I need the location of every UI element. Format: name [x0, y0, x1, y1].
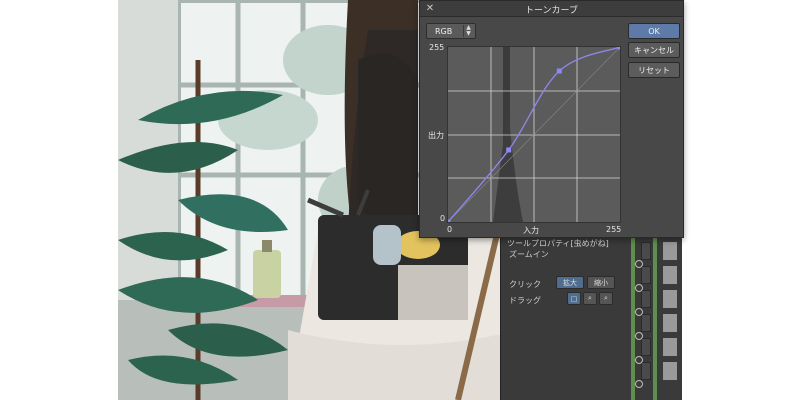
- up-down-arrow-icon: ▲ ▼: [463, 25, 473, 37]
- zoom-in-label: ズームイン: [509, 250, 549, 259]
- output-min-label: 0: [440, 214, 446, 223]
- dialog-title: トーンカーブ: [524, 6, 578, 16]
- drag-label: ドラッグ: [509, 296, 541, 305]
- ok-button[interactable]: OK: [628, 23, 680, 39]
- drag-rect-icon: □: [570, 294, 578, 303]
- input-max-label: 255: [606, 225, 622, 234]
- tone-curve-graph[interactable]: [447, 46, 621, 223]
- layer-thumbnail[interactable]: [663, 362, 677, 380]
- layer-thumbnail[interactable]: [663, 266, 677, 284]
- channel-value: RGB: [435, 27, 453, 36]
- layer-thumbnail[interactable]: [663, 242, 677, 260]
- layer-cell[interactable]: [641, 314, 651, 332]
- magnifier-icon: ⌕: [604, 294, 608, 302]
- click-label: クリック: [509, 280, 541, 289]
- eye-icon[interactable]: [635, 260, 643, 268]
- panel-title: ツールプロパティ[虫めがね]: [507, 239, 609, 248]
- click-zoom-out-button[interactable]: 縮小: [587, 276, 615, 289]
- tool-property-panel: ツールプロパティ[虫めがね] ズームイン クリック 拡大 縮小 ドラッグ □ ⌕…: [500, 238, 682, 400]
- layer-thumbnail[interactable]: [663, 314, 677, 332]
- eye-icon[interactable]: [635, 332, 643, 340]
- drag-option-3-button[interactable]: ⌕: [599, 292, 613, 305]
- curve-control-point[interactable]: [448, 219, 451, 223]
- curve-control-point[interactable]: [617, 47, 621, 50]
- input-min-label: 0: [447, 225, 453, 234]
- dialog-titlebar[interactable]: ✕ トーンカーブ: [420, 1, 683, 17]
- eye-icon[interactable]: [635, 380, 643, 388]
- eye-icon[interactable]: [635, 308, 643, 316]
- channel-select[interactable]: RGB ▲ ▼: [426, 23, 476, 39]
- layer-strip-right: [653, 238, 657, 400]
- layer-cell[interactable]: [641, 290, 651, 308]
- output-axis-label: 出力: [428, 131, 444, 140]
- layer-cell[interactable]: [641, 266, 651, 284]
- curve-control-point[interactable]: [556, 68, 562, 74]
- layer-thumbnail[interactable]: [663, 290, 677, 308]
- click-zoom-in-button[interactable]: 拡大: [556, 276, 584, 289]
- cancel-button[interactable]: キャンセル: [628, 42, 680, 58]
- layer-cell[interactable]: [641, 338, 651, 356]
- input-axis-label: 入力: [523, 226, 539, 235]
- curve-control-point[interactable]: [506, 147, 512, 153]
- drag-option-1-button[interactable]: □: [567, 292, 581, 305]
- tone-curve-dialog: ✕ トーンカーブ RGB ▲ ▼ 255 出力 0 0 入力 255 OK キャ…: [419, 0, 684, 238]
- drag-option-2-button[interactable]: ⌕: [583, 292, 597, 305]
- eye-icon[interactable]: [635, 284, 643, 292]
- layer-cell[interactable]: [641, 362, 651, 380]
- layer-cell[interactable]: [641, 242, 651, 260]
- reset-button[interactable]: リセット: [628, 62, 680, 78]
- output-max-label: 255: [429, 43, 445, 52]
- magnifier-icon: ⌕: [588, 294, 592, 302]
- layer-thumbnail[interactable]: [663, 338, 677, 356]
- eye-icon[interactable]: [635, 356, 643, 364]
- curve-svg[interactable]: [448, 47, 620, 222]
